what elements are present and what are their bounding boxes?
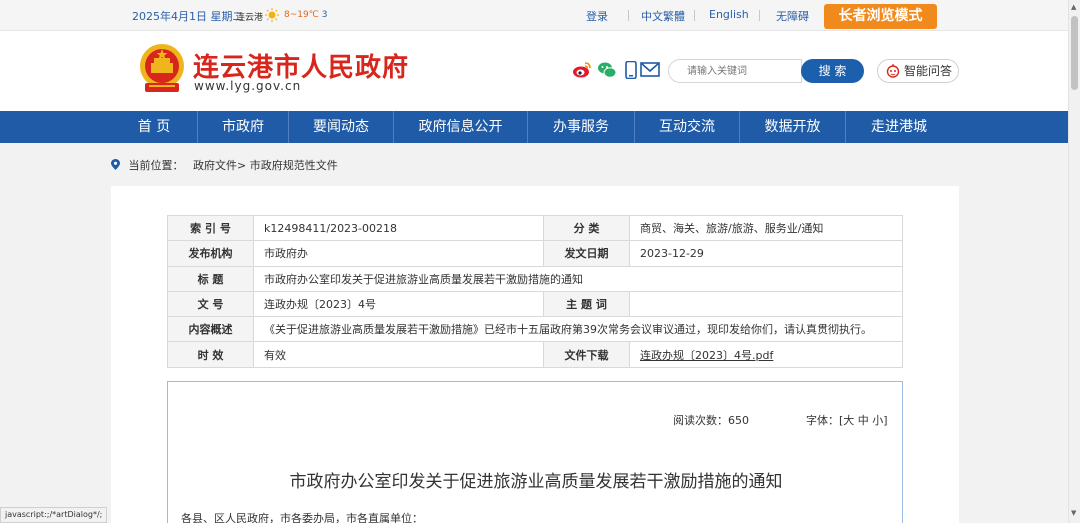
validity-label: 时 效	[167, 341, 254, 368]
scroll-up-arrow-icon[interactable]: ▲	[1071, 3, 1076, 11]
smart-qa-button[interactable]: 智能问答	[877, 59, 959, 83]
breadcrumb: 当前位置： 政府文件> 市政府规范性文件	[111, 157, 338, 173]
scroll-down-arrow-icon[interactable]: ▼	[1071, 509, 1076, 517]
main-nav: 首 页 市政府 要闻动态 政府信息公开 办事服务 互动交流 数据开放 走进港城	[0, 111, 1068, 143]
summary-label: 内容概述	[167, 316, 254, 343]
article-title: 市政府办公室印发关于促进旅游业高质量发展若干激励措施的通知	[289, 472, 783, 492]
table-row: 时 效 有效 文件下载 连政办规〔2023〕4号.pdf	[167, 341, 903, 368]
breadcrumb-path[interactable]: 政府文件> 市政府规范性文件	[193, 159, 338, 172]
sun-icon	[265, 8, 279, 22]
validity-value: 有效	[253, 341, 544, 368]
breadcrumb-label: 当前位置：	[128, 159, 184, 172]
date-value: 2023-12-29	[629, 240, 903, 267]
table-row: 内容概述 《关于促进旅游业高质量发展若干激励措施》已经市十五届政府第39次常务会…	[167, 316, 903, 343]
scroll-thumb[interactable]	[1071, 16, 1078, 90]
publisher-value: 市政府办	[253, 240, 544, 267]
summary-value: 《关于促进旅游业高质量发展若干激励措施》已经市十五届政府第39次常务会议审议通过…	[253, 316, 903, 343]
title-label: 标 题	[167, 265, 254, 292]
nav-item-news[interactable]: 要闻动态	[289, 111, 393, 143]
search-button[interactable]: 搜 索	[801, 59, 864, 83]
category-value: 商贸、海关、旅游/旅游、服务业/通知	[629, 214, 903, 242]
publisher-label: 发布机构	[167, 240, 254, 267]
wechat-icon[interactable]	[597, 61, 617, 79]
login-link[interactable]: 登录	[586, 8, 608, 24]
article-panel: 阅读次数：650 字体：[大 中 小] 市政府办公室印发关于促进旅游业高质量发展…	[167, 381, 903, 523]
site-url: www.lyg.gov.cn	[194, 79, 302, 93]
download-cell: 连政办规〔2023〕4号.pdf	[629, 341, 903, 368]
doc-number-value: 连政办规〔2023〕4号	[253, 290, 544, 318]
read-count-value: 650	[728, 414, 749, 427]
site-header: 连云港市人民政府 www.lyg.gov.cn 搜 索 智能问答	[0, 31, 1068, 111]
content-card: 索 引 号 k12498411/2023-00218 分 类 商贸、海关、旅游/…	[111, 186, 959, 523]
weather-city: 连云港	[236, 13, 264, 23]
top-utility-bar: 2025年4月1日 星期二 连云港 8~19℃ 3 登录 中文繁體 Englis…	[0, 0, 1068, 31]
table-row: 发布机构 市政府办 发文日期 2023-12-29	[167, 240, 903, 267]
table-row: 标 题 市政府办公室印发关于促进旅游业高质量发展若干激励措施的通知	[167, 265, 903, 292]
emblem-icon[interactable]	[137, 43, 187, 95]
index-label: 索 引 号	[167, 214, 254, 242]
doc-number-label: 文 号	[167, 290, 254, 318]
divider	[694, 10, 695, 21]
read-count: 阅读次数：650	[673, 412, 749, 428]
keyword-label: 主 题 词	[543, 290, 630, 318]
current-date: 2025年4月1日 星期二	[132, 10, 244, 23]
table-row: 索 引 号 k12498411/2023-00218 分 类 商贸、海关、旅游/…	[167, 214, 903, 242]
weather-temperature: 8~19℃ 3	[284, 10, 328, 20]
search-input[interactable]	[668, 59, 802, 83]
file-download-link[interactable]: 连政办规〔2023〕4号.pdf	[640, 349, 773, 362]
accessibility-link[interactable]: 无障碍	[776, 8, 809, 24]
robot-icon	[886, 64, 900, 78]
nav-item-home[interactable]: 首 页	[111, 111, 197, 143]
article-salutation: 各县、区人民政府，市各委办局，市各直属单位：	[181, 512, 423, 523]
weibo-icon[interactable]	[572, 61, 592, 79]
location-pin-icon	[111, 159, 120, 170]
divider	[759, 10, 760, 21]
keyword-value	[629, 290, 903, 318]
traditional-chinese-link[interactable]: 中文繁體	[641, 8, 685, 24]
index-value: k12498411/2023-00218	[253, 214, 544, 242]
category-label: 分 类	[543, 214, 630, 242]
smart-qa-label: 智能问答	[904, 64, 953, 78]
elder-mode-button[interactable]: 长者浏览模式	[824, 4, 937, 29]
nav-item-about-city[interactable]: 走进港城	[846, 111, 952, 143]
table-row: 文 号 连政办规〔2023〕4号 主 题 词	[167, 290, 903, 318]
mobile-icon[interactable]	[621, 61, 641, 79]
divider	[628, 10, 629, 21]
download-label: 文件下载	[543, 341, 630, 368]
vertical-scrollbar[interactable]: ▲ ▼	[1068, 0, 1080, 523]
nav-item-services[interactable]: 办事服务	[528, 111, 634, 143]
title-value: 市政府办公室印发关于促进旅游业高质量发展若干激励措施的通知	[253, 265, 903, 292]
nav-item-info-disclosure[interactable]: 政府信息公开	[394, 111, 527, 143]
font-size-switcher[interactable]: 字体：[大 中 小]	[806, 412, 888, 428]
document-metadata-table: 索 引 号 k12498411/2023-00218 分 类 商贸、海关、旅游/…	[167, 214, 903, 368]
english-link[interactable]: English	[709, 8, 749, 21]
nav-item-interaction[interactable]: 互动交流	[635, 111, 739, 143]
nav-item-city-government[interactable]: 市政府	[198, 111, 288, 143]
mail-icon[interactable]	[640, 61, 660, 79]
nav-item-open-data[interactable]: 数据开放	[740, 111, 845, 143]
read-count-label: 阅读次数：	[673, 414, 728, 427]
date-label: 发文日期	[543, 240, 630, 267]
browser-status-bar: javascript:;/*artDialog*/;	[0, 507, 108, 523]
